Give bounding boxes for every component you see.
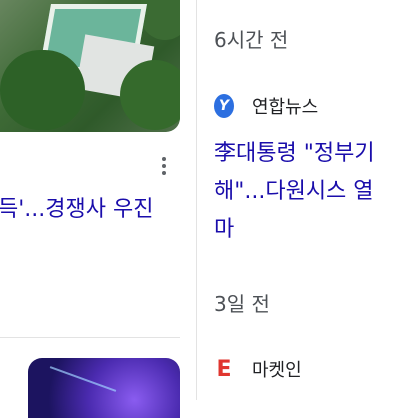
news-headline[interactable]: 李대통령 "정부기 해"...다원시스 열 마: [214, 135, 400, 249]
divider: [0, 337, 180, 338]
left-news-column: 득'...경쟁사 우진: [0, 0, 198, 418]
news-headline-left[interactable]: 득'...경쟁사 우진: [0, 194, 198, 226]
source-name: 마켓인: [252, 360, 302, 381]
headline-line: 마: [214, 217, 235, 242]
right-news-column: 6시간 전 Y 연합뉴스 李대통령 "정부기 해"...다원시스 열 마 3일 …: [214, 0, 400, 400]
news-thumbnail-top[interactable]: [0, 0, 180, 132]
light-streak: [49, 366, 117, 392]
dot: [162, 157, 166, 161]
tree-shape: [0, 50, 85, 130]
headline-line: 해"...다원시스 열: [214, 179, 374, 204]
news-timestamp: 6시간 전: [214, 28, 289, 52]
yonhap-logo-icon: Y: [214, 94, 234, 118]
more-options-icon[interactable]: [156, 150, 172, 182]
dot: [162, 164, 166, 168]
source-name: 연합뉴스: [252, 97, 319, 118]
marketin-logo-icon: E: [216, 356, 232, 382]
headline-line: 李대통령 "정부기: [214, 141, 375, 166]
news-source[interactable]: E 마켓인: [214, 356, 302, 382]
news-thumbnail-bottom[interactable]: [28, 358, 180, 418]
column-divider: [196, 0, 197, 400]
tree-shape: [120, 60, 180, 130]
news-source[interactable]: Y 연합뉴스: [214, 93, 318, 119]
dot: [162, 171, 166, 175]
news-timestamp: 3일 전: [214, 292, 270, 316]
